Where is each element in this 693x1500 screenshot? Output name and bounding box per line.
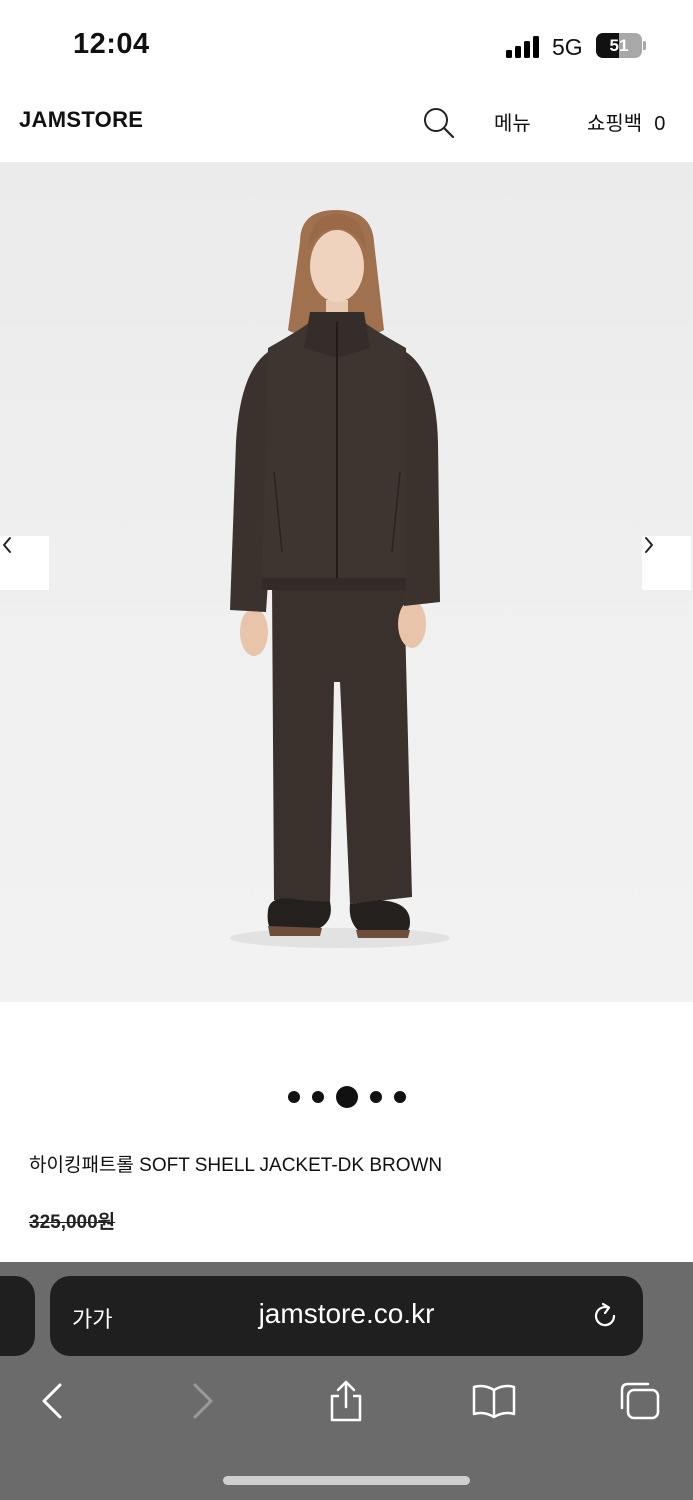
chevron-left-icon [3, 537, 11, 553]
browser-toolbar: 가가 jamstore.co.kr [0, 1262, 693, 1500]
product-name: 하이킹패트롤 SOFT SHELL JACKET-DK BROWN [29, 1155, 443, 1176]
share-icon [330, 1380, 362, 1422]
battery-icon: 51 [596, 33, 642, 58]
carousel-dot[interactable] [393, 1091, 406, 1103]
reload-button[interactable] [589, 1300, 621, 1332]
status-time: 12:04 [73, 28, 150, 60]
store-logo[interactable]: JAMSTORE [19, 107, 143, 133]
tabs-icon [620, 1382, 660, 1420]
bookmarks-icon [472, 1384, 516, 1419]
carousel-dot[interactable] [311, 1091, 324, 1103]
shopping-bag-count: 0 [654, 113, 666, 135]
next-image-button[interactable] [642, 536, 691, 590]
shopping-bag-label: 쇼핑백 [587, 113, 643, 135]
carousel-dot[interactable] [369, 1091, 382, 1103]
forward-button[interactable] [182, 1380, 222, 1422]
search-icon [424, 108, 455, 139]
address-bar[interactable]: 가가 jamstore.co.kr [50, 1276, 643, 1356]
previous-tab-peek[interactable] [0, 1276, 35, 1356]
site-header: JAMSTORE 메뉴 쇼핑백 0 [0, 90, 693, 162]
carousel-dot-active[interactable] [335, 1086, 358, 1108]
shopping-bag-button[interactable]: 쇼핑백 0 [587, 107, 665, 136]
product-photo [230, 210, 450, 948]
home-indicator[interactable] [223, 1476, 470, 1485]
back-icon [42, 1383, 62, 1419]
product-image-carousel[interactable] [0, 162, 693, 1002]
reload-icon [594, 1302, 616, 1327]
battery-percent: 51 [609, 36, 629, 55]
menu-button[interactable]: 메뉴 [494, 107, 531, 136]
carousel-dot[interactable] [287, 1091, 300, 1103]
original-price: 325,000원 [29, 1212, 116, 1233]
tabs-button[interactable] [618, 1380, 660, 1422]
status-bar: 12:04 5G 51 [0, 0, 693, 90]
network-label: 5G [552, 34, 583, 60]
back-button[interactable] [33, 1380, 73, 1422]
chevron-right-icon [645, 537, 653, 553]
share-button[interactable] [326, 1380, 366, 1422]
bookmarks-button[interactable] [472, 1380, 516, 1422]
url-display[interactable]: jamstore.co.kr [50, 1298, 643, 1330]
search-button[interactable] [420, 104, 458, 142]
forward-icon [193, 1383, 213, 1419]
carousel-pagination [0, 1085, 693, 1109]
signal-icon [506, 34, 542, 58]
previous-image-button[interactable] [0, 536, 49, 590]
battery-nub [643, 41, 646, 50]
